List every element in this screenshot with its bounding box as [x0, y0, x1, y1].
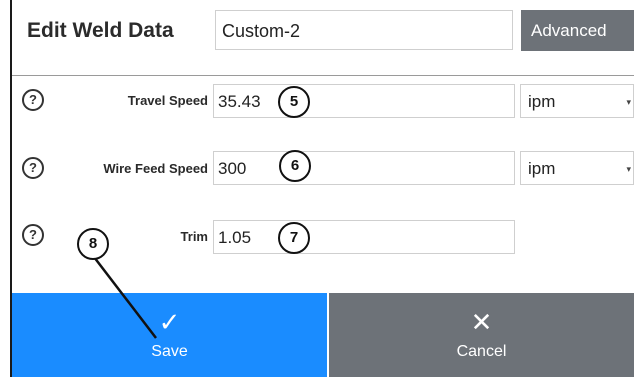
callout-6: 6 [279, 150, 311, 182]
callout-7: 7 [278, 222, 310, 254]
callout-8: 8 [77, 228, 109, 260]
callout-5: 5 [278, 86, 310, 118]
callout-leader-line [93, 256, 157, 339]
